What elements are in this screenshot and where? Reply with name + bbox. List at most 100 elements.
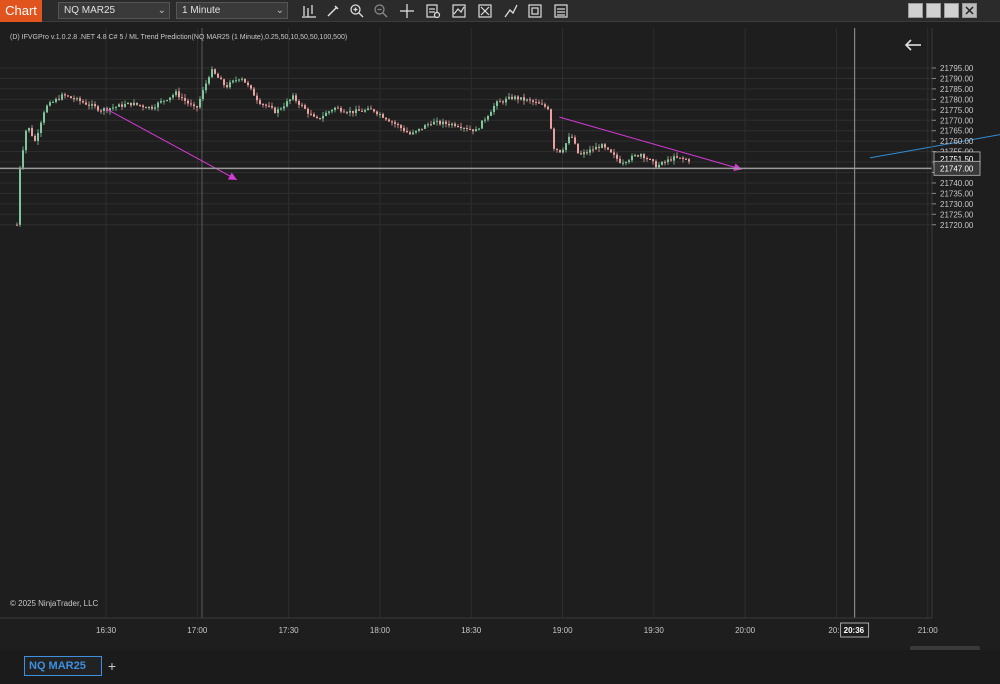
restore-button[interactable]	[926, 3, 941, 18]
candle-body	[538, 102, 540, 104]
candle-body	[448, 123, 450, 126]
indicators-icon[interactable]	[450, 2, 468, 20]
properties-icon[interactable]	[424, 2, 442, 20]
chevron-down-icon: ⌄	[157, 5, 166, 16]
candle-body	[640, 154, 642, 157]
candle-body	[394, 122, 396, 124]
bar-type-icon[interactable]	[300, 2, 318, 20]
candle-body	[652, 159, 654, 162]
candle-body	[598, 146, 600, 148]
zoom-out-icon[interactable]	[372, 2, 390, 20]
candle-body	[151, 106, 153, 109]
candle-body	[661, 161, 663, 165]
candle-body	[631, 155, 633, 161]
candle-body	[259, 100, 261, 105]
candle-body	[409, 132, 411, 135]
candle-body	[115, 106, 117, 108]
candle-body	[100, 110, 102, 112]
candle-body	[451, 123, 453, 126]
candle-body	[313, 114, 315, 117]
candle-body	[319, 117, 321, 119]
price-tick-label: 21765.00	[940, 127, 974, 136]
candle-body	[67, 95, 69, 97]
candle-body	[241, 78, 243, 80]
add-tab-button[interactable]: +	[104, 658, 120, 674]
price-chart[interactable]: 21795.0021790.00 21785.0021780.00 21775.00…	[0, 28, 1000, 646]
candle-body	[286, 101, 288, 107]
candle-body	[634, 155, 636, 157]
candle-body	[412, 132, 414, 135]
chart-window-tab[interactable]: Chart	[0, 0, 42, 22]
candle-body	[370, 108, 372, 110]
chevron-down-icon: ⌄	[275, 5, 284, 16]
candle-body	[478, 128, 480, 130]
candle-body	[205, 83, 207, 91]
price-tick-label: 21780.00	[940, 95, 974, 104]
candle-body	[103, 108, 105, 111]
candle-body	[136, 102, 138, 105]
candle-body	[628, 160, 630, 163]
tab-nq-mar25[interactable]: NQ MAR25	[24, 656, 102, 676]
crosshair-price-label: 21747.00	[940, 164, 974, 173]
price-tick-label: 21720.00	[940, 221, 974, 230]
candle-body	[676, 156, 678, 158]
candle-body	[622, 162, 624, 164]
candle-body	[211, 69, 213, 78]
candle-body	[556, 148, 558, 150]
candle-body	[40, 122, 42, 133]
drawing-tools-icon[interactable]	[502, 2, 520, 20]
candle-body	[685, 158, 687, 160]
back-arrow-icon[interactable]	[902, 37, 924, 53]
candle-body	[73, 98, 75, 100]
strategies-icon[interactable]	[476, 2, 494, 20]
candle-body	[277, 109, 279, 114]
candle-body	[472, 129, 474, 132]
candle-body	[649, 158, 651, 160]
candle-body	[508, 96, 510, 99]
candle-body	[58, 98, 60, 100]
candle-body	[97, 106, 99, 111]
time-tick-label: 17:00	[187, 626, 208, 635]
candle-body	[190, 103, 192, 105]
crosshair-icon[interactable]	[398, 2, 416, 20]
candle-body	[160, 100, 162, 103]
candle-body	[199, 98, 201, 108]
candle-body	[349, 110, 351, 113]
candle-body	[154, 107, 156, 109]
data-box-icon[interactable]	[552, 2, 570, 20]
candle-body	[247, 82, 249, 86]
candle-body	[91, 104, 93, 106]
candle-body	[418, 128, 420, 131]
minimize-button[interactable]	[908, 3, 923, 18]
candle-body	[574, 137, 576, 144]
candle-body	[196, 106, 198, 108]
candle-body	[181, 97, 183, 99]
candle-body	[295, 95, 297, 101]
candle-body	[535, 101, 537, 103]
candle-body	[265, 104, 267, 106]
candle-body	[163, 100, 165, 102]
instrument-select[interactable]: NQ MAR25 ⌄	[58, 2, 170, 19]
close-button[interactable]	[962, 3, 977, 18]
instrument-select-value: NQ MAR25	[64, 5, 116, 16]
maximize-button[interactable]	[944, 3, 959, 18]
candle-body	[475, 129, 477, 132]
price-tick-label: 21795.00	[940, 64, 974, 73]
chart-toolbar: Chart NQ MAR25 ⌄ 1 Minute ⌄	[0, 0, 1000, 22]
candle-body	[193, 104, 195, 107]
candle-body	[352, 110, 354, 114]
candle-body	[682, 157, 684, 159]
candle-body	[52, 101, 54, 103]
candle-body	[499, 101, 501, 103]
candle-body	[298, 100, 300, 105]
zoom-in-icon[interactable]	[348, 2, 366, 20]
candle-body	[130, 102, 132, 106]
candle-body	[406, 131, 408, 133]
candle-body	[637, 155, 639, 157]
chart-panel[interactable]: 21795.00 21790.00 21785.00 21780.00 21775.00…	[0, 28, 1000, 646]
candle-body	[343, 111, 345, 113]
snapshot-icon[interactable]	[526, 2, 544, 20]
candle-body	[445, 121, 447, 124]
interval-select[interactable]: 1 Minute ⌄	[176, 2, 288, 19]
draw-pencil-icon[interactable]	[324, 2, 342, 20]
